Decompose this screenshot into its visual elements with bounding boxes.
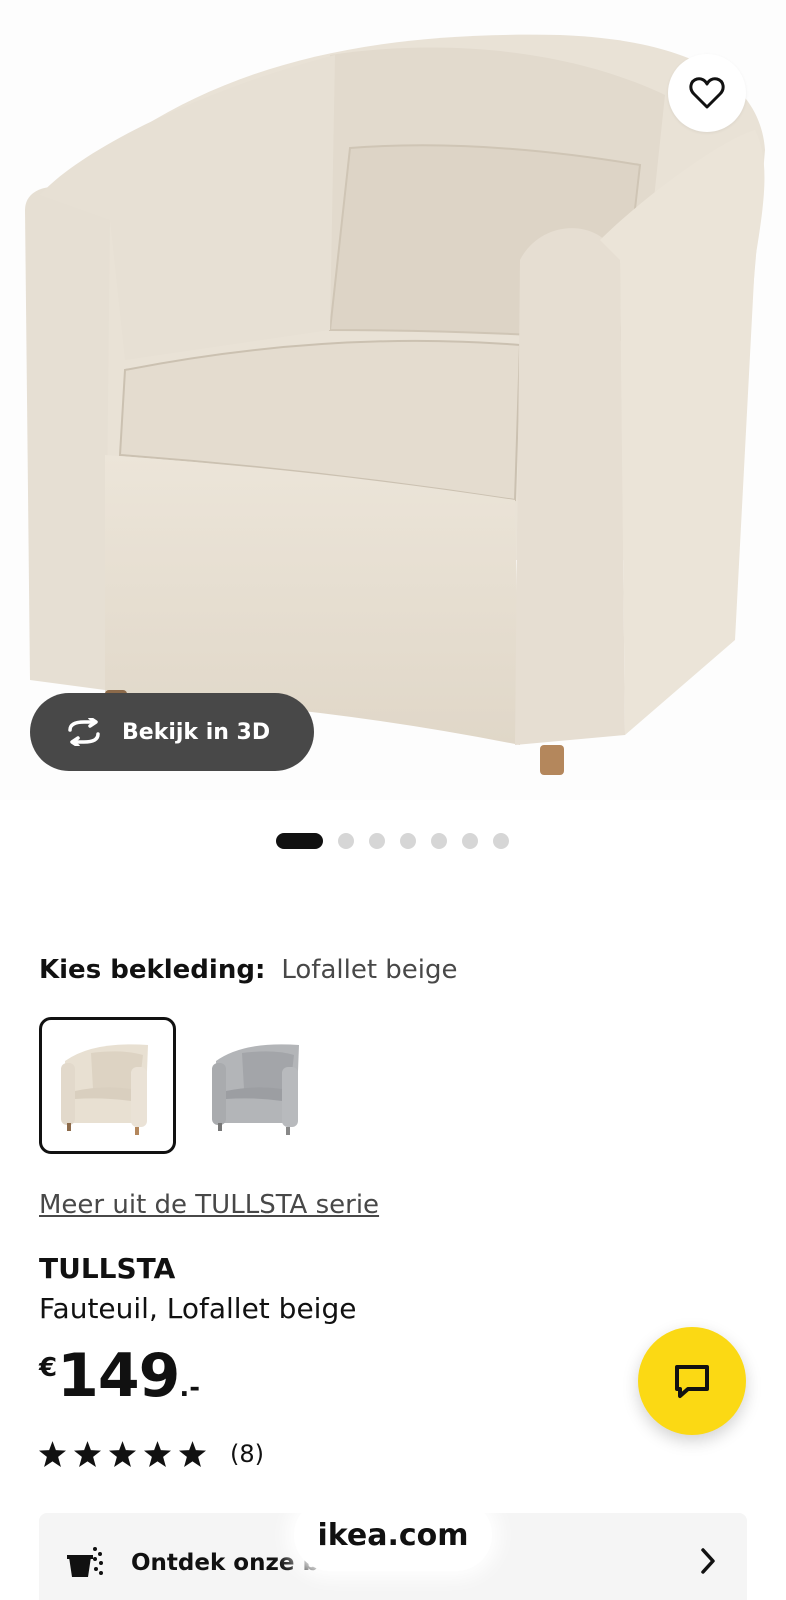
paint-bucket-icon bbox=[67, 1547, 103, 1577]
view-in-3d-button[interactable]: Bekijk in 3D bbox=[30, 693, 314, 771]
armchair-image bbox=[25, 34, 765, 775]
star-icon bbox=[179, 1441, 206, 1467]
price-currency: € bbox=[39, 1353, 58, 1383]
upholstery-label: Kies bekleding: bbox=[39, 955, 266, 985]
image-pagination bbox=[276, 833, 509, 849]
beige-chair-thumbnail bbox=[60, 1043, 148, 1135]
series-link[interactable]: Meer uit de TULLSTA serie bbox=[39, 1190, 379, 1220]
product-name: TULLSTA bbox=[39, 1252, 176, 1285]
product-description: Fauteuil, Lofallet beige bbox=[39, 1292, 357, 1325]
price-amount: 149 bbox=[57, 1341, 180, 1411]
product-image[interactable]: Bekijk in 3D bbox=[0, 0, 786, 800]
product-rating[interactable]: (8) bbox=[39, 1440, 264, 1468]
view-in-3d-label: Bekijk in 3D bbox=[122, 719, 271, 745]
chat-bubble-icon bbox=[675, 1365, 709, 1398]
grey-chair-thumbnail bbox=[211, 1043, 299, 1135]
pagination-dot[interactable] bbox=[400, 833, 416, 849]
pagination-dot[interactable] bbox=[462, 833, 478, 849]
favorite-button[interactable] bbox=[668, 54, 746, 132]
star-icon bbox=[39, 1441, 66, 1467]
swatch-grey[interactable] bbox=[190, 1017, 327, 1154]
pagination-dot[interactable] bbox=[431, 833, 447, 849]
chat-button[interactable] bbox=[638, 1327, 746, 1435]
rotate-3d-icon bbox=[68, 718, 100, 746]
rating-count: (8) bbox=[230, 1440, 264, 1468]
upholstery-selector: Kies bekleding: Lofallet beige bbox=[39, 955, 458, 985]
chevron-right-icon bbox=[701, 1548, 715, 1574]
url-text: ikea.com bbox=[317, 1517, 469, 1553]
pagination-dot[interactable] bbox=[369, 833, 385, 849]
star-icon bbox=[109, 1441, 136, 1467]
pagination-dot[interactable] bbox=[338, 833, 354, 849]
star-icon bbox=[144, 1441, 171, 1467]
swatch-beige[interactable] bbox=[39, 1017, 176, 1154]
heart-icon bbox=[689, 77, 725, 109]
price-decimal: .- bbox=[179, 1373, 201, 1403]
browser-url-bar[interactable]: ikea.com bbox=[294, 1499, 492, 1571]
star-icon bbox=[74, 1441, 101, 1467]
pagination-dot[interactable] bbox=[493, 833, 509, 849]
upholstery-selected-value: Lofallet beige bbox=[281, 955, 458, 985]
product-price: € 149 .- bbox=[39, 1345, 200, 1407]
pagination-dot-active[interactable] bbox=[276, 833, 323, 849]
